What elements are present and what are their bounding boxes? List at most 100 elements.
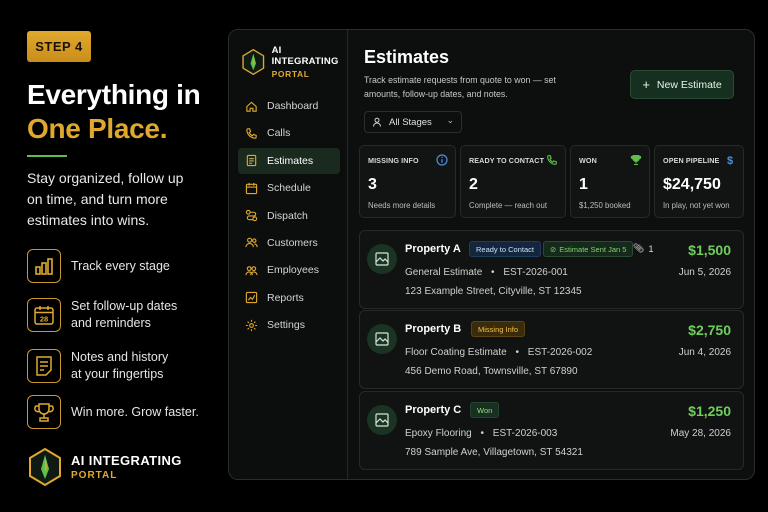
sidebar-item-label: Reports xyxy=(267,291,304,304)
image-icon xyxy=(375,332,389,346)
trophy-icon xyxy=(630,155,642,165)
estimate-id: EST-2026-001 xyxy=(503,267,568,278)
stat-card-won[interactable]: WON 1 $1,250 booked xyxy=(570,145,650,218)
promo-subcopy: Stay organized, follow up on time, and t… xyxy=(27,170,184,228)
estimate-name: Property B xyxy=(405,323,462,335)
sidebar-item-label: Calls xyxy=(267,127,291,140)
headline: Everything in One Place. xyxy=(27,78,201,146)
check-circle-icon: ⊘ xyxy=(550,244,557,254)
calendar-day: 28 xyxy=(40,315,48,324)
estimate-thumbnail xyxy=(367,405,397,435)
sidebar-item-settings[interactable]: Settings xyxy=(238,312,340,338)
estimate-address: 123 Example Street, Cityville, ST 12345 xyxy=(405,286,582,297)
reports-icon xyxy=(245,292,258,304)
sidebar-logo-title: AI INTEGRATING xyxy=(271,45,339,67)
route-icon xyxy=(245,209,258,222)
attachment-count[interactable]: 📎︎ 1 xyxy=(633,243,653,254)
sidebar-item-label: Schedule xyxy=(267,182,311,195)
users-icon xyxy=(245,238,258,248)
image-icon xyxy=(375,413,389,427)
estimate-amount: $1,500 xyxy=(688,242,731,258)
estimate-card-property-c[interactable]: Property C Won $1,250 Epoxy Flooring • E… xyxy=(359,391,744,470)
estimate-thumbnail xyxy=(367,324,397,354)
sent-badge-label: Estimate Sent Jan 5 xyxy=(559,244,627,254)
logo-subtitle: PORTAL xyxy=(71,470,118,481)
sidebar-item-label: Dashboard xyxy=(267,100,319,112)
stat-card-open-pipeline[interactable]: OPEN PIPELINE $24,750 In play, not yet w… xyxy=(654,145,744,218)
sidebar-logo[interactable]: AI INTEGRATING PORTAL xyxy=(241,45,347,79)
stage-filter-select[interactable]: All Stages ⌄ xyxy=(364,111,462,133)
feature-item: Notes and history at your fingertips xyxy=(27,348,217,384)
app-window: AI INTEGRATING PORTAL Dashboard Calls Es… xyxy=(228,29,755,480)
phone-icon xyxy=(246,128,257,139)
sidebar-item-reports[interactable]: Reports xyxy=(238,285,340,311)
estimate-date: Jun 4, 2026 xyxy=(678,347,731,358)
user-icon xyxy=(373,117,381,127)
stat-label: READY TO CONTACT xyxy=(469,156,545,165)
sidebar: AI INTEGRATING PORTAL Dashboard Calls Es… xyxy=(229,30,348,479)
estimate-card-property-b[interactable]: Property B Missing Info $2,750 Floor Coa… xyxy=(359,310,744,389)
sidebar-item-label: Employees xyxy=(267,264,319,277)
stat-card-missing-info[interactable]: MISSING INFO 3 Needs more details xyxy=(359,145,456,218)
sidebar-item-label: Customers xyxy=(267,236,318,249)
new-estimate-button[interactable]: + New Estimate xyxy=(630,70,734,99)
sidebar-item-customers[interactable]: Customers xyxy=(238,230,340,256)
logo-icon xyxy=(242,48,265,76)
feature-text: Set follow-up dates and reminders xyxy=(71,299,178,330)
paperclip-icon: 📎︎ xyxy=(633,243,645,253)
home-icon xyxy=(246,101,257,112)
estimate-meta: Epoxy Flooring • EST-2026-003 xyxy=(405,428,557,439)
trophy-icon xyxy=(27,395,61,429)
estimate-amount: $1,250 xyxy=(688,403,731,419)
info-icon xyxy=(436,154,448,166)
notes-icon xyxy=(27,349,61,383)
estimate-type: Floor Coating Estimate xyxy=(405,347,507,358)
sidebar-item-dashboard[interactable]: Dashboard xyxy=(238,93,340,119)
sidebar-item-calls[interactable]: Calls xyxy=(238,120,340,146)
estimate-meta: Floor Coating Estimate • EST-2026-002 xyxy=(405,347,592,358)
sidebar-item-dispatch[interactable]: Dispatch xyxy=(238,203,340,229)
feature-text: Win more. Grow faster. xyxy=(71,404,199,419)
stat-sub: In play, not yet won xyxy=(663,201,730,210)
sidebar-item-label: Estimates xyxy=(267,154,314,167)
headline-line2: One Place. xyxy=(27,113,168,144)
svg-text:$: $ xyxy=(727,155,733,166)
estimate-date: May 28, 2026 xyxy=(670,428,731,439)
stat-card-ready-to-contact[interactable]: READY TO CONTACT 2 Complete — reach out xyxy=(460,145,566,218)
stat-sub: Needs more details xyxy=(368,201,436,210)
feature-item: Win more. Grow faster. xyxy=(27,394,217,430)
page-description: Track estimate requests from quote to wo… xyxy=(364,75,556,99)
estimate-id: EST-2026-002 xyxy=(527,347,593,358)
stat-value: $24,750 xyxy=(663,176,721,193)
estimate-amount: $2,750 xyxy=(688,322,731,338)
plus-icon: + xyxy=(642,77,650,92)
estimate-address: 456 Demo Road, Townsville, ST 67890 xyxy=(405,366,578,377)
stat-value: 2 xyxy=(469,176,478,193)
dollar-icon: $ xyxy=(727,155,733,166)
logo-icon xyxy=(29,447,61,487)
estimate-meta: General Estimate • EST-2026-001 xyxy=(405,267,568,278)
calendar-icon: 28 xyxy=(27,298,61,332)
document-icon xyxy=(246,155,257,167)
sidebar-item-estimates[interactable]: Estimates xyxy=(238,147,340,174)
sent-badge: ⊘ Estimate Sent Jan 5 xyxy=(543,241,634,257)
stat-value: 3 xyxy=(368,176,377,193)
sidebar-item-schedule[interactable]: Schedule xyxy=(238,175,340,201)
sidebar-item-label: Dispatch xyxy=(267,209,308,222)
estimate-type: General Estimate xyxy=(405,267,483,278)
estimate-card-property-a[interactable]: Property A Ready to Contact ⊘ Estimate S… xyxy=(359,230,744,309)
attachment-count-value: 1 xyxy=(648,243,654,254)
calendar-icon xyxy=(245,182,258,194)
promo-logo: AI INTEGRATING PORTAL xyxy=(27,447,182,487)
page-title: Estimates xyxy=(364,47,450,67)
separator: • xyxy=(480,428,484,439)
divider xyxy=(27,155,67,157)
sidebar-nav: Dashboard Calls Estimates Schedule Dispa… xyxy=(238,93,340,340)
step-badge: STEP 4 xyxy=(27,31,91,62)
chevron-down-icon: ⌄ xyxy=(446,115,454,125)
sidebar-item-employees[interactable]: Employees xyxy=(238,257,340,283)
employees-icon xyxy=(245,266,258,276)
feature-text: Track every stage xyxy=(71,258,170,273)
separator: • xyxy=(491,267,495,278)
stage-filter-value: All Stages xyxy=(389,116,432,128)
